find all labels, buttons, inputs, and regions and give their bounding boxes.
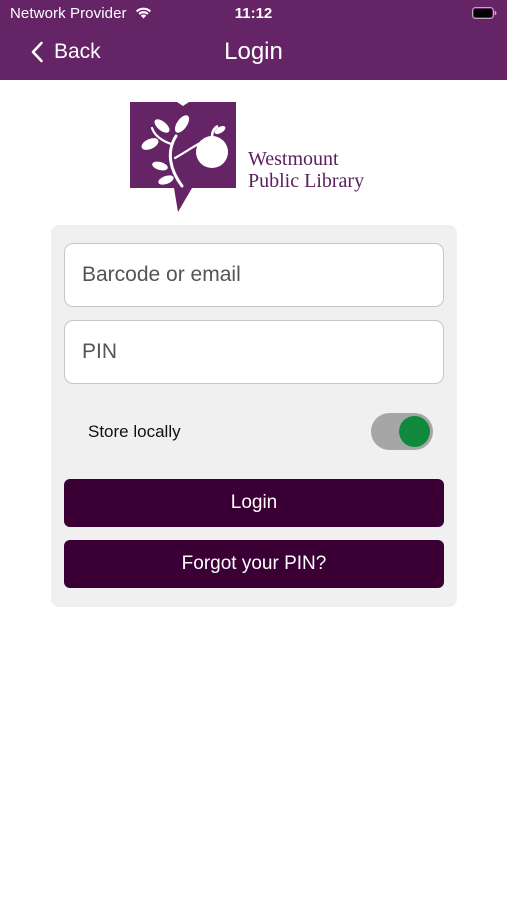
battery-icon xyxy=(472,7,497,19)
library-name: Westmount Public Library xyxy=(248,148,364,192)
navigation-bar: Back Login xyxy=(0,28,507,80)
store-locally-row: Store locally xyxy=(88,411,433,451)
barcode-email-input[interactable] xyxy=(64,243,444,307)
login-card: Store locally Login Forgot your PIN? xyxy=(51,225,457,607)
pin-input[interactable] xyxy=(64,320,444,384)
library-name-line1: Westmount xyxy=(248,148,339,170)
status-time: 11:12 xyxy=(234,5,273,22)
store-locally-label: Store locally xyxy=(88,422,181,441)
page-title: Login xyxy=(224,38,283,65)
forgot-pin-button[interactable]: Forgot your PIN? xyxy=(64,540,444,588)
login-button[interactable]: Login xyxy=(64,479,444,527)
toggle-knob xyxy=(399,416,430,447)
status-bar: Network Provider 11:12 xyxy=(0,0,507,28)
library-logo: Westmount Public Library xyxy=(130,100,382,215)
store-locally-toggle[interactable] xyxy=(371,413,433,450)
library-name-line2: Public Library xyxy=(248,170,365,192)
book-apple-logo-icon xyxy=(130,102,236,212)
